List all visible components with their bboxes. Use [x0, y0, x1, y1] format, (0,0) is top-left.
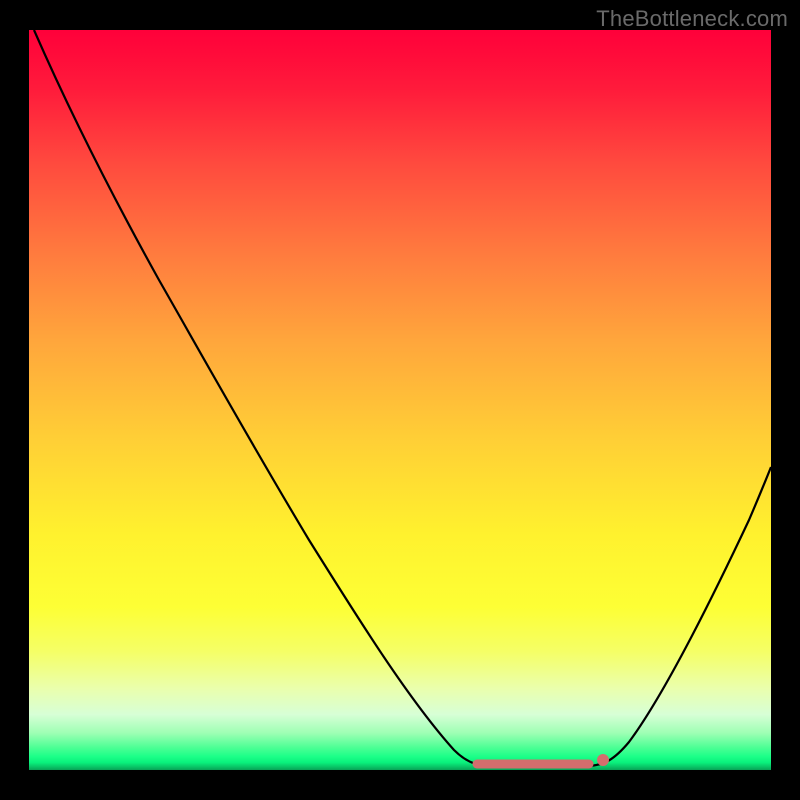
watermark-text: TheBottleneck.com — [596, 6, 788, 32]
plot-area — [29, 30, 771, 770]
chart-frame: TheBottleneck.com — [0, 0, 800, 800]
curve-path — [34, 30, 771, 766]
bottleneck-curve — [29, 30, 771, 770]
marker-dot — [597, 754, 609, 766]
